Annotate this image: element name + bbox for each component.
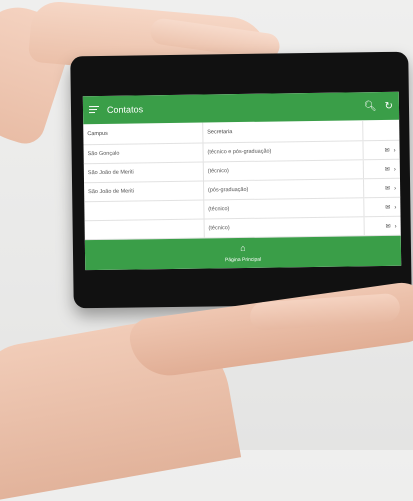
search-icon[interactable]: 🔍︎ xyxy=(364,101,377,112)
tablet-device: Contatos 🔍︎ ↻ Campus Secretaria São Gonç… xyxy=(70,51,412,309)
column-header-secretaria: Secretaria xyxy=(202,120,363,144)
cell-secretaria: (técnico) xyxy=(203,159,364,182)
cell-secretaria: (pós-graduação) xyxy=(203,178,364,201)
chevron-right-icon[interactable]: › xyxy=(395,223,397,229)
chevron-right-icon[interactable]: › xyxy=(394,147,396,153)
photo-scene: Contatos 🔍︎ ↻ Campus Secretaria São Gonç… xyxy=(0,0,413,501)
chevron-right-icon[interactable]: › xyxy=(394,204,396,210)
app-title: Contatos xyxy=(106,104,144,115)
row-actions: ✉ › xyxy=(362,140,400,160)
cell-secretaria: (técnico) xyxy=(203,216,365,239)
cell-campus xyxy=(84,219,205,240)
app-bar: Contatos 🔍︎ ↻ xyxy=(82,91,400,125)
tablet-screen: Contatos 🔍︎ ↻ Campus Secretaria São Gonç… xyxy=(82,91,402,271)
cell-campus: São João de Meriti xyxy=(83,162,204,183)
chevron-right-icon[interactable]: › xyxy=(394,185,396,191)
mail-icon[interactable]: ✉ xyxy=(386,223,391,229)
cell-campus: São Gonçalo xyxy=(83,143,204,164)
bottom-nav-home[interactable]: ⌂ Página Principal xyxy=(84,235,402,271)
column-header-campus: Campus xyxy=(83,122,203,145)
contacts-table: Campus Secretaria São Gonçalo (técnico e… xyxy=(83,119,401,240)
cell-secretaria: (técnico) xyxy=(203,197,365,220)
row-actions: ✉ › xyxy=(363,197,401,217)
menu-icon[interactable] xyxy=(88,105,99,114)
column-header-actions xyxy=(362,119,400,141)
home-icon: ⌂ xyxy=(240,242,246,254)
row-actions: ✉ › xyxy=(363,178,401,198)
cell-campus: São João de Meriti xyxy=(84,181,204,202)
bottom-nav-label: Página Principal xyxy=(224,256,262,264)
cell-campus xyxy=(84,200,204,221)
row-actions: ✉ › xyxy=(364,216,401,236)
cell-secretaria: (técnico e pós-graduação) xyxy=(202,140,364,163)
refresh-icon[interactable]: ↻ xyxy=(385,100,394,111)
chevron-right-icon[interactable]: › xyxy=(394,166,396,172)
mail-icon[interactable]: ✉ xyxy=(385,147,390,153)
row-actions: ✉ › xyxy=(363,159,400,179)
mail-icon[interactable]: ✉ xyxy=(385,166,390,172)
mail-icon[interactable]: ✉ xyxy=(385,204,390,210)
mail-icon[interactable]: ✉ xyxy=(385,185,390,191)
